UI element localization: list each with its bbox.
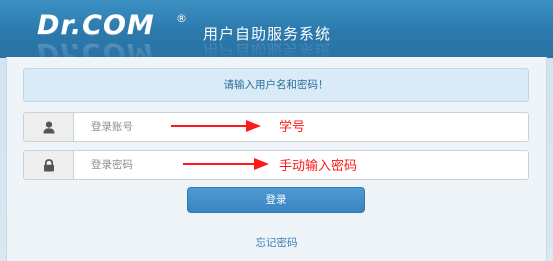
header-banner: Dr.COM Dr.COM ® 用户自助服务系统 用户自助服务系统 <box>0 0 553 58</box>
registered-mark: ® <box>176 12 187 25</box>
system-title-reflection: 用户自助服务系统 <box>203 41 332 58</box>
password-addon <box>24 151 74 179</box>
password-annotation-arrow <box>183 158 269 170</box>
password-annotation: 手动输入密码 <box>279 159 358 174</box>
login-button[interactable]: 登录 <box>187 187 365 213</box>
username-annotation-arrow <box>171 120 261 132</box>
lock-icon <box>44 159 54 172</box>
login-notice: 请输入用户名和密码！ <box>23 68 529 102</box>
password-field <box>23 150 529 180</box>
logo: Dr.COM <box>37 10 155 41</box>
user-icon <box>43 121 55 134</box>
username-field <box>23 112 529 142</box>
username-annotation: 学号 <box>279 120 306 135</box>
username-addon <box>24 113 74 141</box>
forgot-password-link[interactable]: 忘记密码 <box>0 235 553 250</box>
